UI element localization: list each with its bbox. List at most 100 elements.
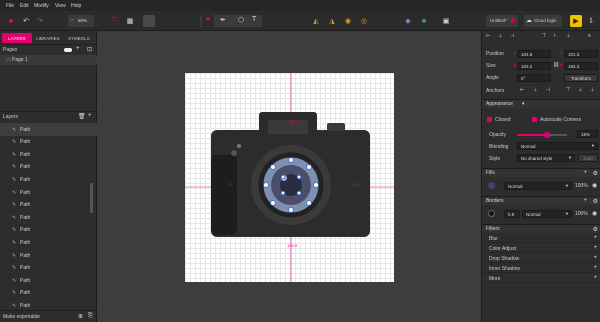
layer-row[interactable]: ✎ Path [0,211,97,224]
arrange-icon[interactable]: ▣ [440,15,452,27]
align-right-icon[interactable]: ⊣ [510,33,514,39]
align-hcenter-icon[interactable]: ⊥ [498,33,502,39]
tab-libraries[interactable]: LIBRARIES [33,33,63,43]
camera-illustration[interactable] [185,73,394,282]
add-filter-icon[interactable]: + [593,265,597,271]
fit-icon[interactable]: ⤧ [108,15,120,27]
filter-row[interactable]: Color Adjust + [482,244,600,253]
anchor-middle-icon[interactable]: ⊥ [578,87,582,93]
layer-row[interactable]: ✎ Path [0,224,97,237]
anchor-top-icon[interactable]: ⊤ [566,87,570,93]
add-page-icon[interactable]: + [76,46,80,52]
align-icon[interactable]: ◆ [402,15,414,27]
boolean-subtract-icon[interactable]: ◮ [326,15,338,27]
menu-modify[interactable]: Modify [34,3,49,9]
text-tool-icon[interactable]: T [252,16,256,23]
redo-icon[interactable]: ↷ [34,15,46,27]
layer-row[interactable]: ✎ Path [0,249,97,262]
layer-row[interactable]: ✎ Path [0,287,97,300]
zoom-out-icon[interactable]: − [71,17,74,23]
page-row[interactable]: ▭ Page 1 [0,55,97,65]
anchor-bottom-icon[interactable]: ⊥ [590,87,594,93]
pages-toggle[interactable] [64,48,72,52]
distribute-icon[interactable]: ■ [418,15,430,27]
menu-view[interactable]: View [55,3,66,9]
size-h-field[interactable]: 194.3 [564,62,598,70]
autoscale-checkbox[interactable] [532,117,537,122]
filter-row[interactable]: Drop Shadow + [482,254,600,263]
delete-layer-icon[interactable]: 🗑 [78,113,86,120]
cloud-login-button[interactable]: ☁ Cloud login [524,15,562,27]
add-filter-icon[interactable]: + [593,235,597,241]
make-exportable-label[interactable]: Make exportable [3,314,40,320]
add-filter-icon[interactable]: + [593,245,597,251]
export-slice-icon[interactable]: ⊕ [78,313,83,320]
border-visibility-icon[interactable]: ◉ [592,210,597,217]
grid-icon[interactable]: ▦ [124,15,136,27]
zoom-control[interactable]: − 50% [68,15,94,27]
pen-tool-icon[interactable]: ✒ [220,16,226,24]
border-swatch[interactable] [488,210,495,217]
layer-row[interactable]: ✎ Path [0,136,97,149]
layers-scrollbar[interactable] [90,183,93,213]
snap-magnet-icon[interactable]: ∩ [143,15,155,27]
new-document-icon[interactable]: ■ [5,15,17,27]
align-vcenter-icon[interactable]: ⊦ [554,33,557,39]
fills-section[interactable]: Fills + ⚙ [482,168,600,177]
filter-row[interactable]: Blur + [482,234,600,243]
menu-file[interactable]: File [6,3,14,9]
add-border-icon[interactable]: + [583,198,587,204]
distribute-icon-right[interactable]: ≡ [588,33,591,39]
appearance-section[interactable]: Appearance ▾ [482,99,600,108]
export-icon[interactable]: ⇩ [585,15,597,27]
border-opacity[interactable]: 100% [575,211,588,217]
layer-row[interactable]: ✎ Path [0,173,97,186]
layer-row[interactable]: ✎ Path [0,148,97,161]
menu-help[interactable]: Help [71,3,81,9]
align-left-icon[interactable]: ⊢ [486,33,490,39]
filter-row[interactable]: More + [482,274,600,283]
boolean-intersect-icon[interactable]: ◉ [342,15,354,27]
undo-icon[interactable]: ↶ [20,15,32,27]
layer-row[interactable]: ✎ Path [0,199,97,212]
layer-row[interactable]: ✎ Path [0,123,97,136]
pos-x-field[interactable]: 104.6 [517,50,551,58]
layer-row[interactable]: ✎ Path [0,236,97,249]
canvas-area[interactable]: 361.3 78 100 194.9 [97,31,481,322]
anchor-center-icon[interactable]: ⊥ [533,87,537,93]
opacity-slider-knob[interactable] [544,132,550,138]
layer-row[interactable]: ✎ Path [0,186,97,199]
close-tab-icon[interactable]: ✚ [507,15,519,27]
tab-symbols[interactable]: SYMBOLS [64,33,94,43]
add-layer-icon[interactable]: + [88,113,92,119]
size-w-field[interactable]: 193.2 [517,62,551,70]
shape-tool-icon[interactable]: ⬡ [238,16,244,24]
transform-button[interactable]: Transform [564,74,598,82]
tab-layers[interactable]: LAYERS [2,33,32,43]
opacity-field[interactable]: 19% [577,130,598,138]
artboard[interactable]: 361.3 78 100 194.9 [185,73,394,282]
style-auto-button[interactable]: Auto [578,154,598,162]
pointer-tool-icon[interactable]: ➤ [202,15,214,27]
boolean-difference-icon[interactable]: ◎ [358,15,370,27]
add-filter-icon[interactable]: + [593,275,597,281]
layer-row[interactable]: ✎ Path [0,262,97,275]
pos-y-field[interactable]: 101.3 [564,50,598,58]
boolean-union-icon[interactable]: ◭ [310,15,322,27]
border-width-field[interactable]: 0.9 [504,210,520,218]
share-icon[interactable]: ⎘ [88,313,93,320]
fill-swatch[interactable] [488,182,495,189]
opacity-slider-track[interactable] [517,132,567,138]
border-mode-select[interactable]: Normal ▾ [522,210,572,218]
border-settings-icon[interactable]: ⚙ [593,198,598,205]
anchor-right-icon[interactable]: ⊣ [546,87,550,93]
add-fill-icon[interactable]: + [583,170,587,176]
fill-opacity[interactable]: 100% [575,183,588,189]
fill-settings-icon[interactable]: ⚙ [593,170,598,177]
add-filter-icon[interactable]: + [593,255,597,261]
angle-field[interactable]: 0° [517,74,551,82]
closed-checkbox[interactable] [487,117,492,122]
lock-ratio-icon[interactable]: ⛓ [553,62,559,68]
blending-select[interactable]: Normal ▾ [517,142,598,150]
page-options-icon[interactable]: ⊡ [87,46,92,53]
